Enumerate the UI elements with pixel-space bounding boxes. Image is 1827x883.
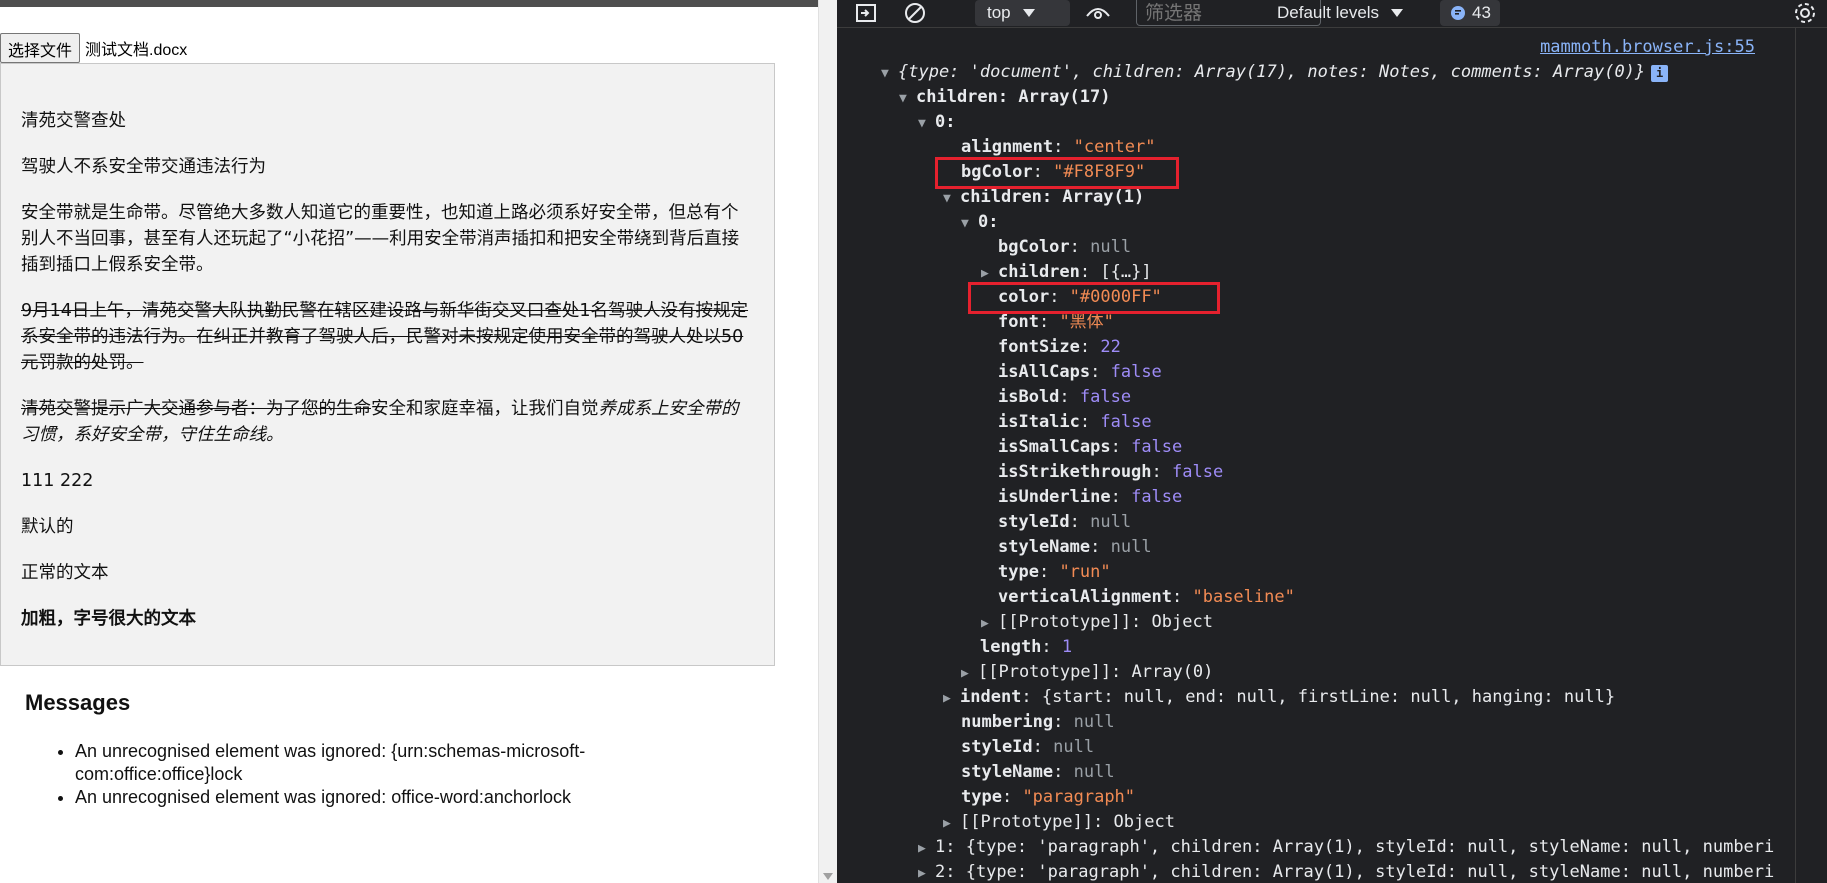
prop-styleid[interactable]: styleId: null — [998, 510, 1131, 535]
highlight-box-bgcolor — [935, 157, 1179, 189]
message-item: An unrecognised element was ignored: off… — [75, 786, 695, 809]
doc-paragraph-mixed: 清苑交警提示广大交通参与者：为了您的生命安全和家庭幸福，让我们自觉养成系上安全带… — [21, 396, 751, 448]
info-icon[interactable]: i — [1651, 65, 1669, 82]
devtools-console-panel: top Default levels 43 mammoth.browser.js… — [837, 0, 1827, 883]
levels-label: Default levels — [1277, 3, 1380, 22]
prop-para-stylename[interactable]: styleName: null — [961, 760, 1115, 785]
context-selector[interactable]: top — [975, 0, 1070, 26]
paragraph-row-2[interactable]: ▶ 2: {type: 'paragraph', children: Array(… — [918, 860, 1774, 883]
prop-issmallcaps[interactable]: isSmallCaps: false — [998, 435, 1182, 460]
collapsed-triangle-icon[interactable]: ▶ — [961, 661, 978, 686]
prop-type[interactable]: type: "run" — [998, 560, 1111, 585]
show-sidebar-icon[interactable] — [855, 0, 881, 26]
scroll-down-arrow-icon[interactable] — [823, 873, 833, 880]
doc-paragraph: 驾驶人不系安全带交通违法行为 — [21, 157, 266, 177]
expanded-triangle-icon[interactable]: ▼ — [881, 61, 898, 86]
doc-paragraph: 正常的文本 — [21, 563, 109, 583]
tree-row[interactable]: ▼ children: Array(17) — [899, 85, 1110, 110]
selected-file-name: 测试文档.docx — [85, 42, 188, 59]
prop-stylename[interactable]: styleName: null — [998, 535, 1152, 560]
source-location-link[interactable]: mammoth.browser.js:55 — [1540, 37, 1755, 57]
doc-paragraph: 清苑交警查处 — [21, 111, 126, 131]
prop-prototype-array[interactable]: ▶ [[Prototype]]: Array(0) — [961, 660, 1213, 685]
message-icon — [1451, 6, 1465, 20]
prop-isbold[interactable]: isBold: false — [998, 385, 1131, 410]
document-output: 清苑交警查处 驾驶人不系安全带交通违法行为 安全带就是生命带。尽管绝大多数人知道… — [0, 63, 775, 666]
prop-length[interactable]: length: 1 — [980, 635, 1072, 660]
prop-para-styleid[interactable]: styleId: null — [961, 735, 1094, 760]
chevron-down-icon — [1391, 9, 1404, 17]
prop-isunderline[interactable]: isUnderline: false — [998, 485, 1182, 510]
message-item: An unrecognised element was ignored: {ur… — [75, 740, 695, 786]
prop-run-bgcolor[interactable]: bgColor: null — [998, 235, 1131, 260]
choose-file-button[interactable]: 选择文件 — [0, 33, 81, 63]
doc-paragraph: 默认的 — [21, 517, 74, 537]
collapsed-triangle-icon[interactable]: ▶ — [943, 811, 960, 836]
doc-paragraph: 111 222 — [21, 471, 94, 491]
prop-isitalic[interactable]: isItalic: false — [998, 410, 1152, 435]
messages-list: An unrecognised element was ignored: {ur… — [75, 740, 695, 809]
prop-numbering[interactable]: numbering: null — [961, 710, 1115, 735]
expanded-triangle-icon[interactable]: ▼ — [961, 211, 978, 236]
object-summary-row[interactable]: ▼ {type: 'document', children: Array(17),… — [881, 60, 1669, 86]
collapsed-triangle-icon[interactable]: ▶ — [918, 836, 935, 861]
console-toolbar: top Default levels 43 — [837, 0, 1827, 28]
page-viewport: 选择文件 测试文档.docx 清苑交警查处 驾驶人不系安全带交通违法行为 安全带… — [0, 0, 818, 883]
doc-paragraph: 安全带就是生命带。尽管绝大多数人知道它的重要性，也知道上路必须系好安全带，但总有… — [21, 203, 740, 275]
live-expression-eye-icon[interactable] — [1085, 0, 1115, 26]
strike-run: 清苑交警提示广大交通参与者：为了您的生命 — [21, 399, 371, 419]
issues-count: 43 — [1472, 3, 1491, 22]
file-picker-row: 选择文件 测试文档.docx — [0, 33, 187, 63]
page-scrollbar[interactable] — [818, 0, 837, 883]
clear-console-icon[interactable] — [903, 0, 929, 26]
collapsed-triangle-icon[interactable]: ▶ — [918, 861, 935, 883]
prop-para-prototype[interactable]: ▶ [[Prototype]]: Object — [943, 810, 1175, 835]
context-label: top — [987, 3, 1011, 22]
prop-run-fontsize[interactable]: fontSize: 22 — [998, 335, 1121, 360]
expanded-triangle-icon[interactable]: ▼ — [899, 86, 916, 111]
expanded-triangle-icon[interactable]: ▼ — [943, 186, 960, 211]
chevron-down-icon — [1022, 9, 1035, 17]
tree-row[interactable]: ▼ 0: — [961, 210, 998, 235]
console-output: mammoth.browser.js:55 ▼ {type: 'document'… — [837, 28, 1795, 883]
collapsed-triangle-icon[interactable]: ▶ — [943, 686, 960, 711]
tree-row[interactable]: ▼ 0: — [918, 110, 955, 135]
paragraph-row-1[interactable]: ▶ 1: {type: 'paragraph', children: Array(… — [918, 835, 1774, 860]
expanded-triangle-icon[interactable]: ▼ — [918, 111, 935, 136]
normal-run: 安全和家庭幸福，让我们自觉 — [371, 399, 599, 419]
doc-paragraph-strikethrough: 9月14日上午，清苑交警大队执勤民警在辖区建设路与新华街交叉口查处1名驾驶人没有… — [21, 301, 749, 373]
messages-heading: Messages — [25, 690, 131, 715]
console-scrollbar[interactable] — [1795, 28, 1827, 883]
top-border-bar — [0, 0, 818, 7]
prop-prototype-object[interactable]: ▶ [[Prototype]]: Object — [981, 610, 1213, 635]
highlight-box-color — [968, 282, 1220, 314]
prop-indent[interactable]: ▶ indent: {start: null, end: null, firstL… — [943, 685, 1615, 710]
log-levels-selector[interactable]: Default levels — [1277, 0, 1437, 26]
prop-isallcaps[interactable]: isAllCaps: false — [998, 360, 1162, 385]
gear-icon[interactable] — [1793, 0, 1823, 26]
collapsed-triangle-icon[interactable]: ▶ — [981, 611, 998, 636]
doc-paragraph-bold: 加粗，字号很大的文本 — [21, 609, 196, 629]
issues-counter[interactable]: 43 — [1440, 0, 1500, 26]
prop-verticalalignment[interactable]: verticalAlignment: "baseline" — [998, 585, 1295, 610]
prop-para-type[interactable]: type: "paragraph" — [961, 785, 1135, 810]
prop-isstrikethrough[interactable]: isStrikethrough: false — [998, 460, 1223, 485]
